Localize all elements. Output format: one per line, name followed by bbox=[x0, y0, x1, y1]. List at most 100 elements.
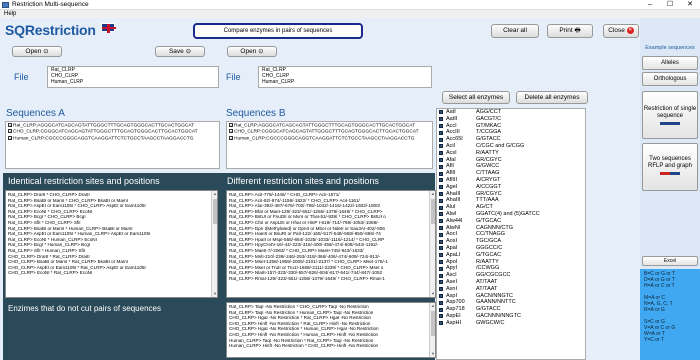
checkbox[interactable] bbox=[439, 178, 443, 183]
delete-all-enzymes-button[interactable]: Delete all enzymes bbox=[516, 91, 588, 104]
enzyme-item[interactable]: AspHI GWGCW/C bbox=[437, 320, 585, 327]
enzyme-item[interactable]: ApoI R/AATTY bbox=[437, 259, 585, 266]
alleles-button[interactable]: Alleles bbox=[642, 56, 698, 70]
scrollbar[interactable]: ▲ ▼ bbox=[211, 191, 217, 297]
checkbox[interactable] bbox=[439, 157, 443, 162]
window-close-button[interactable]: ✕ bbox=[680, 0, 700, 10]
checkbox[interactable] bbox=[439, 191, 443, 196]
enzyme-item[interactable]: AlwI GGATC(4) and (5)GATCC bbox=[437, 211, 585, 218]
different-sites-list[interactable]: Rat_CLRP> AciI-778/-1446/ * CHO_CLRP> Ac… bbox=[226, 190, 436, 298]
checkbox[interactable] bbox=[439, 287, 443, 292]
checkbox[interactable] bbox=[439, 225, 443, 230]
checkbox[interactable] bbox=[439, 246, 443, 251]
list-item[interactable]: ✓Human_CLRP:CGCCCGGGCAGGTCAAGGATTCTCTGCC… bbox=[8, 135, 217, 142]
enzyme-item[interactable]: AosI TGC/GCA bbox=[437, 238, 585, 245]
checkbox[interactable]: ✓ bbox=[8, 135, 12, 140]
enzyme-item[interactable]: AspI GACN/NNGTC bbox=[437, 293, 585, 300]
checkbox[interactable] bbox=[439, 137, 443, 142]
enzyme-item[interactable]: Alw44I G/TGCAC bbox=[437, 218, 585, 225]
checkbox[interactable] bbox=[439, 151, 443, 156]
enzyme-item[interactable]: AgeI A/CCGGT bbox=[437, 184, 585, 191]
checkbox[interactable] bbox=[439, 205, 443, 210]
menu-help[interactable]: Help bbox=[4, 11, 16, 17]
checkbox[interactable] bbox=[439, 164, 443, 169]
scroll-up-icon[interactable]: ▲ bbox=[212, 191, 217, 197]
enzyme-item[interactable]: AflIII A/CRYGT bbox=[437, 177, 585, 184]
checkbox[interactable] bbox=[439, 253, 443, 258]
excel-button[interactable]: Excel bbox=[642, 256, 698, 266]
enzyme-item[interactable]: AspEI GACNNN/NNGTC bbox=[437, 313, 585, 320]
orthologous-button[interactable]: Orthologous bbox=[642, 72, 698, 86]
enzyme-item[interactable]: AflII C/TTAAG bbox=[437, 170, 585, 177]
enzyme-item[interactable]: AseI AT/TAAT bbox=[437, 279, 585, 286]
open-file-a-button[interactable]: Open ⊙ bbox=[12, 46, 62, 57]
list-item[interactable]: Rat_CLRP> RmaI-129/-323/-551/-1256/-1379… bbox=[229, 276, 433, 282]
checkbox[interactable] bbox=[439, 273, 443, 278]
list-item[interactable]: Human_CLRP bbox=[262, 79, 428, 86]
scroll-thumb[interactable] bbox=[213, 199, 217, 224]
save-button[interactable]: Save ⊝ bbox=[155, 46, 205, 57]
enzyme-item[interactable]: AsnI AT/TAAT bbox=[437, 286, 585, 293]
checkbox[interactable] bbox=[439, 307, 443, 312]
enzyme-item[interactable]: AccI GT/MKAC bbox=[437, 123, 585, 130]
clear-all-button[interactable]: Clear all bbox=[491, 24, 539, 38]
enzyme-item[interactable]: ApaI GGGCC/C bbox=[437, 245, 585, 252]
enzyme-item[interactable]: ApaLI G/TGCAC bbox=[437, 252, 585, 259]
enzyme-item[interactable]: Asp718 G/GTACC bbox=[437, 306, 585, 313]
enzyme-item[interactable]: AscI GG/CGCGCC bbox=[437, 272, 585, 279]
checkbox[interactable] bbox=[439, 321, 443, 326]
checkbox[interactable]: ✓ bbox=[8, 129, 12, 134]
enzyme-item[interactable]: AatII GACGT/C bbox=[437, 116, 585, 123]
checkbox[interactable] bbox=[439, 130, 443, 135]
identical-sites-list[interactable]: Rat_CLRP> DraIII * CHO_CLRP> DraIII Rat_C… bbox=[5, 190, 218, 298]
enzyme-item[interactable]: AccIII T/CCGGA bbox=[437, 129, 585, 136]
checkbox[interactable] bbox=[439, 259, 443, 264]
open-file-b-button[interactable]: Open ⊙ bbox=[227, 46, 277, 57]
checkbox[interactable] bbox=[439, 280, 443, 285]
checkbox[interactable]: ✓ bbox=[229, 129, 233, 134]
minimize-button[interactable]: – bbox=[640, 0, 660, 10]
select-all-enzymes-button[interactable]: Select all enzymes bbox=[442, 91, 510, 104]
checkbox[interactable] bbox=[439, 232, 443, 237]
enzyme-item[interactable]: AhaIII GR/CGYC bbox=[437, 191, 585, 198]
list-item[interactable]: Human_CLRP> HinfI -No Restriction * CHO_… bbox=[229, 343, 433, 349]
language-flag-icon[interactable] bbox=[101, 23, 116, 33]
checkbox[interactable] bbox=[439, 185, 443, 190]
scroll-thumb[interactable] bbox=[431, 199, 435, 224]
two-sequences-button[interactable]: Two sequences RFLP and graph bbox=[642, 143, 698, 191]
checkbox[interactable] bbox=[439, 219, 443, 224]
enzyme-item[interactable]: AlwNI CAGNNN/CTG bbox=[437, 225, 585, 232]
file-a-list[interactable]: Rat_CLRP CHO_CLRP Human_CLRP bbox=[47, 66, 219, 88]
sequences-b-list[interactable]: ✓Rat_CLRP:AGGGCATCAGCAGTATTGGGCTTTGCAGTG… bbox=[226, 121, 433, 169]
checkbox[interactable] bbox=[439, 266, 443, 271]
enzyme-item[interactable]: AflI G/GWCC bbox=[437, 163, 585, 170]
scroll-thumb[interactable] bbox=[431, 311, 435, 336]
enzyme-item[interactable]: AocI CC/TNAGG bbox=[437, 231, 585, 238]
checkbox[interactable]: ✓ bbox=[229, 135, 233, 140]
list-item[interactable]: Human_CLRP bbox=[51, 79, 215, 86]
checkbox[interactable] bbox=[439, 171, 443, 176]
enzyme-item[interactable]: AciI C/CGC and G/CGG bbox=[437, 143, 585, 150]
close-button[interactable]: Close ✕ bbox=[603, 24, 639, 38]
enzyme-item[interactable]: AfaI GR/CGYC bbox=[437, 157, 585, 164]
checkbox[interactable] bbox=[439, 293, 443, 298]
checkbox[interactable] bbox=[439, 110, 443, 115]
single-sequence-button[interactable]: Restriction of single sequence bbox=[642, 91, 698, 139]
enzyme-list[interactable]: AatI AGG/CCT AatII GACGT/C AccI GT/MKAC AccIII… bbox=[436, 108, 586, 360]
file-b-list[interactable]: Rat_CLRP CHO_CLRP Human_CLRP bbox=[258, 66, 432, 88]
enzyme-item[interactable]: Asp700 GAANN/NNTTC bbox=[437, 299, 585, 306]
checkbox[interactable] bbox=[439, 239, 443, 244]
scrollbar[interactable]: ▲ ▼ bbox=[429, 303, 435, 357]
enzyme-item[interactable]: AhaIII TTT/AAA bbox=[437, 197, 585, 204]
no-cut-list[interactable]: Rat_CLRP> TaqI -No Restriction * CHO_CLR… bbox=[226, 302, 436, 358]
list-item[interactable]: CHO_CLRP> EcoNI * Rat_CLRP> EcoNI bbox=[8, 270, 215, 276]
checkbox[interactable] bbox=[439, 212, 443, 217]
checkbox[interactable]: ✓ bbox=[8, 123, 12, 128]
checkbox[interactable] bbox=[439, 300, 443, 305]
checkbox[interactable] bbox=[439, 198, 443, 203]
scroll-down-icon[interactable]: ▼ bbox=[212, 291, 217, 297]
checkbox[interactable] bbox=[439, 117, 443, 122]
enzyme-item[interactable]: AcsI R/AATTY bbox=[437, 150, 585, 157]
list-item[interactable]: ✓Human_CLRP:CGCCCGGGCAGGTCAAGGATTCTCTGCC… bbox=[229, 135, 430, 142]
enzyme-item[interactable]: AluI AG/CT bbox=[437, 204, 585, 211]
